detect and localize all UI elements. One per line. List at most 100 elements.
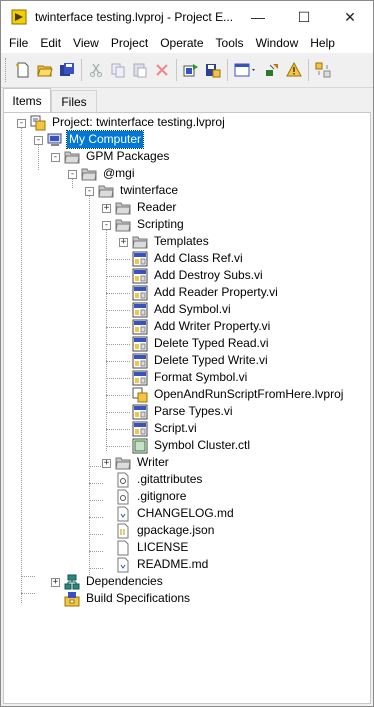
delete-icon[interactable] xyxy=(151,59,173,81)
collapse-toggle[interactable]: - xyxy=(68,170,77,179)
paste-icon[interactable] xyxy=(129,59,151,81)
close-button[interactable]: ✕ xyxy=(327,1,373,33)
menu-edit[interactable]: Edit xyxy=(34,33,67,53)
tree-item-file[interactable]: .gitignore xyxy=(115,488,186,505)
tab-files[interactable]: Files xyxy=(51,90,97,113)
expand-toggle[interactable]: + xyxy=(51,578,60,587)
open-folder-icon[interactable] xyxy=(34,59,56,81)
tree-item-mgi[interactable]: @mgi xyxy=(81,165,135,182)
control-icon xyxy=(132,438,148,453)
tree-item-label: Delete Typed Write.vi xyxy=(154,353,268,367)
collapse-toggle[interactable]: - xyxy=(102,221,111,230)
vi-icon xyxy=(132,319,148,334)
tree-item-vi[interactable]: OpenAndRunScriptFromHere.lvproj xyxy=(132,386,343,403)
folder-icon xyxy=(115,219,131,231)
tree-item-label: Build Specifications xyxy=(86,591,191,605)
tree-connector xyxy=(89,534,103,535)
project-tree[interactable]: - Project: twinterface testing.lvproj - … xyxy=(3,112,371,704)
menu-project[interactable]: Project xyxy=(105,33,154,53)
new-file-icon[interactable] xyxy=(12,59,34,81)
expand-toggle[interactable]: + xyxy=(102,204,111,213)
tree-connector xyxy=(106,310,130,311)
tree-item-vi[interactable]: Format Symbol.vi xyxy=(132,369,247,386)
collapse-toggle[interactable]: - xyxy=(17,119,26,128)
build-icon[interactable] xyxy=(180,59,202,81)
tree-item-templates[interactable]: Templates xyxy=(132,233,209,250)
tree-connector xyxy=(106,429,130,430)
collapse-toggle[interactable]: - xyxy=(51,153,60,162)
tab-items[interactable]: Items xyxy=(3,88,51,113)
tree-connector xyxy=(89,517,103,518)
tree-item-file[interactable]: .gitattributes xyxy=(115,471,202,488)
tree-connector xyxy=(106,378,130,379)
tree-item-vi[interactable]: Delete Typed Read.vi xyxy=(132,335,269,352)
minimize-button[interactable]: — xyxy=(235,1,281,33)
warning-icon[interactable] xyxy=(283,59,305,81)
filter-icon[interactable] xyxy=(261,59,283,81)
cut-icon[interactable] xyxy=(85,59,107,81)
tree-item-scripting[interactable]: Scripting xyxy=(115,216,184,233)
maximize-button[interactable]: ☐ xyxy=(281,1,327,33)
tree-item-vi[interactable]: Add Symbol.vi xyxy=(132,301,231,318)
tree-item-file[interactable]: CHANGELOG.md xyxy=(115,505,234,522)
tree-item-vi[interactable]: Add Destroy Subs.vi xyxy=(132,267,263,284)
copy-icon[interactable] xyxy=(107,59,129,81)
tree-item-label: Dependencies xyxy=(86,574,163,588)
tree-connector xyxy=(106,293,130,294)
tree-item-twinterface[interactable]: twinterface xyxy=(98,182,178,199)
tree-item-project[interactable]: Project: twinterface testing.lvproj xyxy=(30,114,225,131)
menu-operate[interactable]: Operate xyxy=(154,33,209,53)
tree-item-label: Reader xyxy=(137,200,177,214)
tree-item-reader[interactable]: Reader xyxy=(115,199,176,216)
tree-item-vi[interactable]: Delete Typed Write.vi xyxy=(132,352,268,369)
tree-item-writer[interactable]: Writer xyxy=(115,454,169,471)
vi-icon xyxy=(132,353,148,368)
title-bar[interactable]: twinterface testing.lvproj - Project E..… xyxy=(1,1,373,33)
tree-item-vi[interactable]: Parse Types.vi xyxy=(132,403,232,420)
window-title: twinterface testing.lvproj - Project E..… xyxy=(35,10,234,24)
tree-item-vi[interactable]: Add Reader Property.vi xyxy=(132,284,278,301)
tree-item-label: gpackage.json xyxy=(137,523,215,537)
tree-item-vi[interactable]: Add Class Ref.vi xyxy=(132,250,243,267)
collapse-toggle[interactable]: - xyxy=(34,136,43,145)
tree-connector xyxy=(89,466,103,467)
expand-toggle[interactable]: + xyxy=(102,459,111,468)
tree-item-vi[interactable]: Script.vi xyxy=(132,420,197,437)
save-all-icon[interactable] xyxy=(56,59,78,81)
project-icon xyxy=(30,115,46,130)
tree-item-label: Scripting xyxy=(137,217,184,231)
tree-item-file[interactable]: README.md xyxy=(115,556,208,573)
tree-connector xyxy=(106,229,107,451)
collapse-toggle[interactable]: - xyxy=(85,187,94,196)
menu-file[interactable]: File xyxy=(3,33,34,53)
tree-item-my-computer[interactable]: My Computer xyxy=(47,130,145,149)
menu-tools[interactable]: Tools xyxy=(210,33,250,53)
tree-item-file[interactable]: gpackage.json xyxy=(115,522,214,539)
menu-window[interactable]: Window xyxy=(250,33,305,53)
tree-item-build-specifications[interactable]: Build Specifications xyxy=(64,590,190,607)
file-icon xyxy=(117,540,129,555)
vi-icon xyxy=(132,404,148,419)
toolbar-grip[interactable] xyxy=(5,58,9,82)
settings-file-icon xyxy=(117,472,129,487)
tree-item-vi[interactable]: Add Writer Property.vi xyxy=(132,318,270,335)
tree-connector xyxy=(89,568,103,569)
view-menu-icon[interactable] xyxy=(231,59,261,81)
tree-connector xyxy=(106,327,130,328)
save-project-icon[interactable] xyxy=(202,59,224,81)
tree-item-label: Add Class Ref.vi xyxy=(154,251,243,265)
folder-icon xyxy=(81,168,97,180)
arrange-icon[interactable] xyxy=(312,59,334,81)
tree-item-dependencies[interactable]: Dependencies xyxy=(64,573,163,590)
tree-connector xyxy=(106,412,130,413)
build-specifications-icon xyxy=(64,591,80,606)
explorer-tabs: Items Files xyxy=(1,88,373,113)
expand-toggle[interactable]: + xyxy=(119,238,128,247)
tree-item-file[interactable]: LICENSE xyxy=(115,539,188,556)
tree-item-gpm-packages[interactable]: GPM Packages xyxy=(64,148,169,165)
tree-item-vi[interactable]: Symbol Cluster.ctl xyxy=(132,437,250,454)
tree-item-label: My Computer xyxy=(65,130,145,149)
vi-icon xyxy=(132,421,148,436)
menu-view[interactable]: View xyxy=(67,33,105,53)
menu-help[interactable]: Help xyxy=(304,33,341,53)
